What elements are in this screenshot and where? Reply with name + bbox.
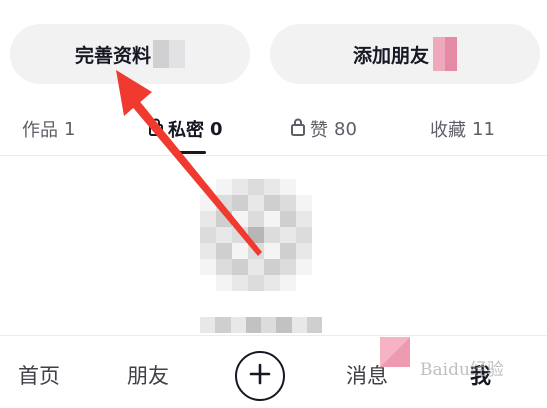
tab-likes[interactable]: 赞 80 [290, 116, 357, 142]
mosaic-redaction [153, 40, 185, 68]
mosaic-cell [232, 243, 248, 259]
mosaic-cell [230, 317, 246, 333]
mosaic-cell [280, 211, 296, 227]
profile-tabs: 作品 1 私密 0 赞 80 收藏 11 [0, 104, 547, 156]
mosaic-cell [248, 243, 264, 259]
mosaic-cell [280, 243, 296, 259]
mosaic-cell [291, 317, 307, 333]
tab-works[interactable]: 作品 1 [22, 116, 75, 142]
mosaic-cell [248, 211, 264, 227]
mosaic-cell [200, 317, 216, 333]
mosaic-cell [264, 195, 280, 211]
mosaic-cell [216, 179, 232, 195]
mosaic-cell [296, 259, 312, 275]
lock-icon [290, 118, 306, 141]
mosaic-cell [232, 259, 248, 275]
mosaic-cell [200, 211, 216, 227]
mosaic-cell [306, 317, 322, 333]
mosaic-cell [264, 259, 280, 275]
mosaic-cell [200, 259, 216, 275]
mosaic-cell [264, 179, 280, 195]
mosaic-cell [248, 195, 264, 211]
mosaic-cell [248, 227, 264, 243]
plus-circle-icon [249, 363, 271, 389]
edit-profile-label: 完善资料 [74, 44, 151, 67]
tab-private[interactable]: 私密 0 [148, 116, 223, 142]
mosaic-cell [232, 211, 248, 227]
mosaic-cell [280, 227, 296, 243]
mosaic-cell [200, 179, 216, 195]
mosaic-cell [264, 227, 280, 243]
lock-icon [148, 118, 164, 141]
mosaic-cell [232, 179, 248, 195]
mosaic-redaction [380, 337, 410, 367]
nav-friends[interactable]: 朋友 [127, 360, 169, 390]
mosaic-cell [216, 243, 232, 259]
mosaic-cell [200, 227, 216, 243]
profile-action-bar: 完善资料 添加朋友 [0, 0, 547, 100]
mosaic-cell [296, 195, 312, 211]
tab-favorites[interactable]: 收藏 11 [430, 116, 495, 142]
mosaic-cell [216, 227, 232, 243]
mosaic-cell [200, 195, 216, 211]
mosaic-cell [280, 259, 296, 275]
nav-home[interactable]: 首页 [18, 360, 60, 390]
mosaic-cell [264, 243, 280, 259]
mosaic-cell [216, 195, 232, 211]
mosaic-cell [216, 275, 232, 291]
tab-label: 收藏 [430, 120, 466, 141]
mosaic-cell [296, 227, 312, 243]
mosaic-cell [216, 211, 232, 227]
mosaic-cell [232, 275, 248, 291]
mosaic-cell [264, 275, 280, 291]
mosaic-cell [296, 211, 312, 227]
tab-label: 作品 [22, 120, 58, 141]
active-tab-indicator [176, 151, 206, 154]
tab-count: 11 [472, 118, 495, 140]
add-friends-button[interactable]: 添加朋友 [270, 24, 540, 84]
mosaic-redaction [200, 179, 312, 291]
mosaic-cell [280, 275, 296, 291]
tab-label: 私密 [168, 120, 204, 141]
mosaic-cell [215, 317, 231, 333]
mosaic-cell [296, 179, 312, 195]
tab-label: 赞 [310, 120, 328, 141]
mosaic-redaction [200, 317, 322, 333]
mosaic-cell [280, 179, 296, 195]
mosaic-cell [261, 317, 277, 333]
mosaic-cell [280, 195, 296, 211]
edit-profile-button[interactable]: 完善资料 [10, 24, 250, 84]
mosaic-cell [248, 179, 264, 195]
mosaic-cell [200, 243, 216, 259]
mosaic-cell [245, 317, 261, 333]
mosaic-redaction [433, 37, 457, 71]
watermark: Baidu经验 [420, 360, 504, 380]
create-button[interactable] [235, 351, 285, 401]
mosaic-cell [248, 275, 264, 291]
mosaic-cell [216, 259, 232, 275]
tab-count: 0 [210, 118, 223, 140]
mosaic-cell [296, 243, 312, 259]
mosaic-cell [232, 195, 248, 211]
add-friends-label: 添加朋友 [352, 44, 429, 67]
mosaic-cell [232, 227, 248, 243]
mosaic-cell [276, 317, 292, 333]
mosaic-cell [296, 275, 312, 291]
tab-count: 80 [334, 118, 357, 140]
mosaic-cell [264, 211, 280, 227]
tab-count: 1 [64, 118, 76, 140]
private-empty-state [0, 157, 547, 335]
mosaic-cell [200, 275, 216, 291]
mosaic-cell [248, 259, 264, 275]
